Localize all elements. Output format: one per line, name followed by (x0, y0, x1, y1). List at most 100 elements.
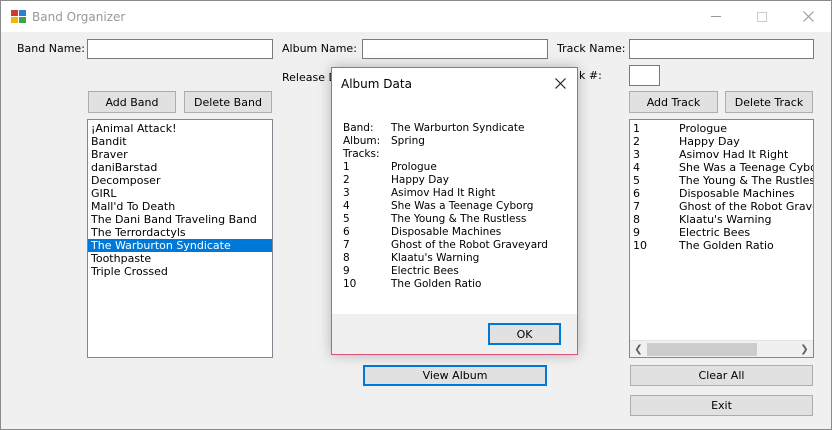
view-album-button[interactable]: View Album (363, 365, 547, 386)
band-list-item[interactable]: Decomposer (88, 174, 272, 187)
dialog-track-name: She Was a Teenage Cyborg (391, 200, 534, 212)
track-name: Ghost of the Robot Graveyard (679, 200, 813, 213)
track-number: 4 (633, 161, 640, 174)
track-list-item[interactable]: 8 Klaatu's Warning (630, 213, 813, 226)
band-list-item[interactable]: Triple Crossed (88, 265, 272, 278)
track-list-item[interactable]: 5 The Young & The Rustless (630, 174, 813, 187)
dialog-track-number: 7 (343, 239, 350, 251)
track-name: Klaatu's Warning (679, 213, 772, 226)
window-title: Band Organizer (32, 10, 126, 24)
track-list-item[interactable]: 3 Asimov Had It Right (630, 148, 813, 161)
dialog-track-name: Prologue (391, 161, 437, 173)
horizontal-scrollbar[interactable]: ❮ ❯ (630, 340, 813, 357)
dialog-title-bar: Album Data (332, 68, 577, 98)
album-name-input[interactable] (362, 39, 548, 59)
dialog-band-value: The Warburton Syndicate (391, 122, 525, 134)
dialog-album-value: Spring (391, 135, 425, 147)
track-number: 2 (633, 135, 640, 148)
track-number: 5 (633, 174, 640, 187)
dialog-track-name: The Golden Ratio (391, 278, 482, 290)
band-list-item[interactable]: ¡Animal Attack! (88, 122, 272, 135)
band-list-item[interactable]: GIRL (88, 187, 272, 200)
track-name-input[interactable] (629, 39, 814, 59)
dialog-album-key: Album: (343, 135, 381, 147)
track-number: 8 (633, 213, 640, 226)
dialog-track-name: Klaatu's Warning (391, 252, 480, 264)
scroll-thumb[interactable] (647, 343, 757, 356)
chevron-right-icon[interactable]: ❯ (796, 342, 813, 357)
album-data-dialog: Album Data Band: The Warburton Syndicate… (331, 67, 578, 355)
track-list-item[interactable]: 10 The Golden Ratio (630, 239, 813, 252)
app-icon (11, 10, 27, 24)
dialog-track-number: 1 (343, 161, 350, 173)
track-number: 7 (633, 200, 640, 213)
clear-all-button[interactable]: Clear All (630, 365, 813, 386)
band-list-item[interactable]: daniBarstad (88, 161, 272, 174)
dialog-track-name: Happy Day (391, 174, 449, 186)
dialog-track-name: Electric Bees (391, 265, 459, 277)
band-list-item[interactable]: The Warburton Syndicate (88, 239, 272, 252)
track-name: Prologue (679, 122, 727, 135)
chevron-left-icon[interactable]: ❮ (630, 342, 647, 357)
track-name: The Young & The Rustless (679, 174, 814, 187)
track-number: 9 (633, 226, 640, 239)
maximize-icon[interactable] (739, 1, 785, 32)
track-list-item[interactable]: 4 She Was a Teenage Cyborg (630, 161, 813, 174)
close-icon[interactable] (785, 1, 831, 32)
band-list-item[interactable]: Mall'd To Death (88, 200, 272, 213)
track-list-item[interactable]: 9 Electric Bees (630, 226, 813, 239)
track-list-item[interactable]: 6 Disposable Machines (630, 187, 813, 200)
track-list-item[interactable]: 7 Ghost of the Robot Graveyard (630, 200, 813, 213)
track-name-label: Track Name: (557, 42, 626, 55)
track-number-input[interactable] (629, 65, 660, 86)
add-track-button[interactable]: Add Track (629, 91, 718, 113)
band-list-item[interactable]: Toothpaste (88, 252, 272, 265)
band-name-input[interactable] (87, 39, 273, 59)
track-number: 6 (633, 187, 640, 200)
dialog-track-name: The Young & The Rustless (391, 213, 527, 225)
track-number: 10 (633, 239, 647, 252)
band-list-item[interactable]: The Dani Band Traveling Band (88, 213, 272, 226)
minimize-icon[interactable] (693, 1, 739, 32)
band-listbox[interactable]: ¡Animal Attack! Bandit Braver daniBarstad De… (87, 119, 273, 358)
exit-button[interactable]: Exit (630, 395, 813, 416)
dialog-track-name: Asimov Had It Right (391, 187, 496, 199)
track-number: 1 (633, 122, 640, 135)
dialog-message: Band: The Warburton Syndicate Album: Spr… (332, 98, 577, 314)
dialog-track-number: 3 (343, 187, 350, 199)
dialog-track-number: 9 (343, 265, 350, 277)
dialog-track-number: 8 (343, 252, 350, 264)
track-name: Asimov Had It Right (679, 148, 789, 161)
track-name: The Golden Ratio (679, 239, 774, 252)
band-name-label: Band Name: (17, 42, 85, 55)
ok-button[interactable]: OK (488, 323, 561, 345)
band-list-item[interactable]: The Terrordactyls (88, 226, 272, 239)
dialog-track-number: 5 (343, 213, 350, 225)
dialog-track-number: 6 (343, 226, 350, 238)
track-list-item[interactable]: 2 Happy Day (630, 135, 813, 148)
delete-band-button[interactable]: Delete Band (184, 91, 272, 113)
dialog-title: Album Data (341, 77, 412, 91)
dialog-tracks-key: Tracks: (343, 148, 380, 160)
dialog-track-number: 10 (343, 278, 357, 290)
title-bar: Band Organizer (1, 1, 831, 32)
track-number: 3 (633, 148, 640, 161)
track-name: Happy Day (679, 135, 740, 148)
delete-track-button[interactable]: Delete Track (725, 91, 813, 113)
dialog-track-number: 4 (343, 200, 350, 212)
track-name: Electric Bees (679, 226, 751, 239)
track-number-label: k #: (579, 69, 602, 82)
track-name: She Was a Teenage Cyborg (679, 161, 814, 174)
track-name: Disposable Machines (679, 187, 795, 200)
track-listbox[interactable]: 1 Prologue 2 Happy Day 3 Asimov Had It Right 4… (629, 119, 814, 358)
track-list-item[interactable]: 1 Prologue (630, 122, 813, 135)
dialog-track-number: 2 (343, 174, 350, 186)
band-list-item[interactable]: Bandit (88, 135, 272, 148)
dialog-track-name: Ghost of the Robot Graveyard (391, 239, 548, 251)
release-date-label: Release D (282, 71, 337, 84)
add-band-button[interactable]: Add Band (88, 91, 176, 113)
close-icon[interactable] (543, 68, 577, 98)
album-name-label: Album Name: (282, 42, 357, 55)
band-list-item[interactable]: Braver (88, 148, 272, 161)
dialog-track-name: Disposable Machines (391, 226, 502, 238)
